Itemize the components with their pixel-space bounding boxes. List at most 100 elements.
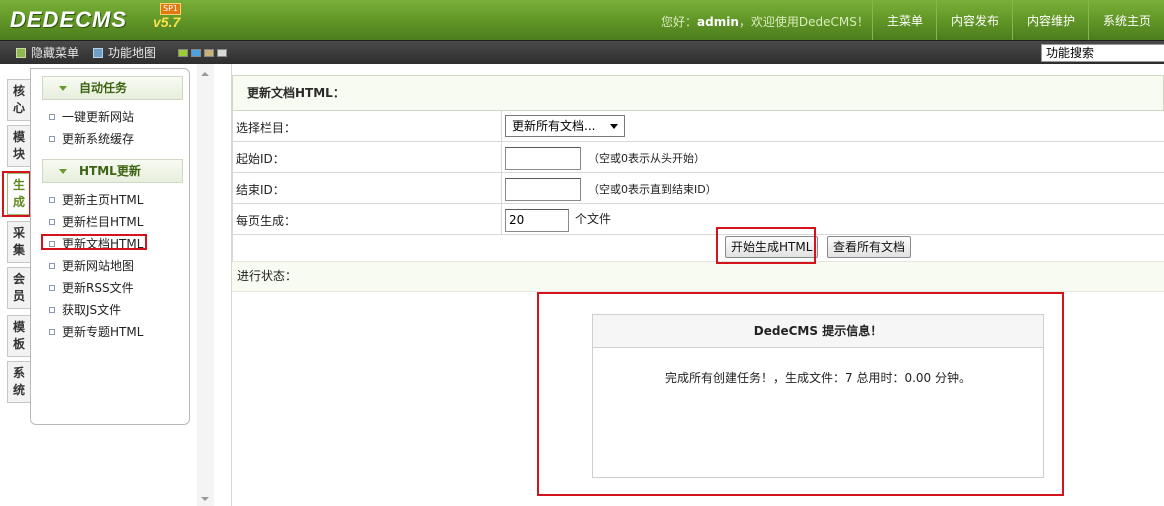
per-page-label: 每页生成： bbox=[236, 214, 297, 228]
tab-collect[interactable]: 采集 bbox=[7, 221, 30, 263]
nav-main-menu[interactable]: 主菜单 bbox=[872, 0, 936, 40]
per-page-unit: 个文件 bbox=[575, 212, 612, 226]
skin-gray-swatch[interactable] bbox=[217, 49, 227, 57]
vertical-tabs: 核心 模块 生成 采集 会员 模板 系统 bbox=[0, 64, 31, 506]
collapse-arrow-icon bbox=[59, 169, 67, 174]
scroll-up-icon[interactable] bbox=[201, 72, 209, 76]
bullet-icon bbox=[49, 136, 55, 142]
menu-item-update-home[interactable]: 更新主页HTML bbox=[49, 191, 143, 209]
tab-generate[interactable]: 生成 bbox=[7, 173, 30, 215]
main-content: 更新文档HTML： 选择栏目： 更新所有文档... 起始ID： （空或0表示从头… bbox=[232, 75, 1164, 506]
skin-blue-swatch[interactable] bbox=[191, 49, 201, 57]
left-menu-panel: 自动任务 一键更新网站 更新系统缓存 HTML更新 更新主页HTML 更新栏目H… bbox=[30, 68, 190, 425]
row-end-id: 结束ID： （空或0表示直到结束ID） bbox=[232, 173, 1164, 204]
tab-system[interactable]: 系统 bbox=[7, 361, 30, 403]
end-id-input[interactable] bbox=[505, 178, 581, 201]
menu-item-label: 更新系统缓存 bbox=[62, 132, 135, 146]
menu-item-label: 更新网站地图 bbox=[62, 259, 135, 273]
bullet-icon bbox=[49, 285, 55, 291]
welcome-prefix: 您好： bbox=[661, 15, 698, 29]
bullet-icon bbox=[49, 197, 55, 203]
top-nav: 主菜单 内容发布 内容维护 系统主页 网 bbox=[872, 0, 1164, 40]
start-id-hint: （空或0表示从头开始） bbox=[588, 152, 705, 165]
message-box: DedeCMS 提示信息！ 完成所有创建任务！，生成文件：7 总用时：0.00 … bbox=[592, 314, 1044, 478]
menu-item-update-rss[interactable]: 更新RSS文件 bbox=[49, 279, 134, 297]
page-title: 更新文档HTML： bbox=[232, 75, 1164, 111]
category-select-value: 更新所有文档... bbox=[512, 119, 596, 133]
nav-content-publish[interactable]: 内容发布 bbox=[936, 0, 1012, 40]
welcome-suffix: ，欢迎使用DedeCMS！ bbox=[738, 15, 869, 29]
username: admin bbox=[697, 15, 739, 29]
logo: DEDECMS bbox=[10, 7, 128, 32]
tab-member[interactable]: 会员 bbox=[7, 267, 30, 309]
left-scrollbar[interactable] bbox=[197, 64, 214, 506]
bullet-icon bbox=[49, 241, 55, 247]
category-label: 选择栏目： bbox=[236, 121, 297, 135]
menu-item-label: 更新文档HTML bbox=[62, 237, 144, 251]
function-search-input[interactable]: 功能搜索 bbox=[1041, 44, 1164, 62]
welcome-text: 您好：admin，欢迎使用DedeCMS！ bbox=[661, 13, 869, 30]
start-id-input[interactable] bbox=[505, 147, 581, 170]
progress-status-label: 进行状态： bbox=[232, 261, 1164, 292]
bullet-icon bbox=[49, 219, 55, 225]
menu-item-label: 更新RSS文件 bbox=[62, 281, 134, 295]
row-start-id: 起始ID： （空或0表示从头开始） bbox=[232, 142, 1164, 173]
hide-menu-label: 隐藏菜单 bbox=[31, 46, 80, 60]
nav-system-home[interactable]: 系统主页 bbox=[1088, 0, 1164, 40]
scroll-down-icon[interactable] bbox=[201, 497, 209, 501]
tab-module[interactable]: 模块 bbox=[7, 125, 30, 167]
top-header: DEDECMS v5.7 SP1 您好：admin，欢迎使用DedeCMS！ 主… bbox=[0, 0, 1164, 40]
nav-content-maintain[interactable]: 内容维护 bbox=[1012, 0, 1088, 40]
menu-item-update-column[interactable]: 更新栏目HTML bbox=[49, 213, 143, 231]
menu-group-title: 自动任务 bbox=[79, 81, 128, 95]
menu-item-update-topic[interactable]: 更新专题HTML bbox=[49, 323, 143, 341]
skin-tan-swatch[interactable] bbox=[204, 49, 214, 57]
row-per-page: 每页生成： 20 个文件 bbox=[232, 204, 1164, 235]
bullet-icon bbox=[49, 329, 55, 335]
menu-item-get-js[interactable]: 获取JS文件 bbox=[49, 301, 121, 319]
site-map-label: 功能地图 bbox=[108, 46, 157, 60]
menu-item-update-document[interactable]: 更新文档HTML bbox=[49, 235, 143, 253]
menu-group-html-update[interactable]: HTML更新 bbox=[42, 159, 183, 183]
logo-badge: SP1 bbox=[160, 3, 181, 15]
message-title: DedeCMS 提示信息！ bbox=[593, 315, 1043, 348]
category-select[interactable]: 更新所有文档... bbox=[505, 115, 625, 137]
message-body: 完成所有创建任务！，生成文件：7 总用时：0.00 分钟。 bbox=[665, 371, 971, 385]
per-page-input[interactable]: 20 bbox=[505, 209, 569, 232]
column-divider bbox=[501, 142, 502, 173]
row-actions: 开始生成HTML 查看所有文档 bbox=[232, 235, 1164, 262]
column-divider bbox=[501, 111, 502, 142]
chevron-down-icon bbox=[610, 124, 618, 129]
start-id-label: 起始ID： bbox=[236, 152, 285, 166]
logo-version: v5.7 bbox=[153, 14, 181, 30]
skin-selector bbox=[178, 49, 227, 57]
tab-template[interactable]: 模板 bbox=[7, 315, 30, 357]
menu-item-update-cache[interactable]: 更新系统缓存 bbox=[49, 130, 134, 148]
end-id-hint: （空或0表示直到结束ID） bbox=[588, 183, 717, 196]
menu-item-update-sitemap[interactable]: 更新网站地图 bbox=[49, 257, 134, 275]
column-divider bbox=[501, 173, 502, 204]
bullet-icon bbox=[49, 307, 55, 313]
column-divider bbox=[501, 204, 502, 235]
collapse-arrow-icon bbox=[59, 86, 67, 91]
menu-item-label: 更新专题HTML bbox=[62, 325, 144, 339]
grid-icon bbox=[93, 48, 103, 58]
toolbar: 隐藏菜单 功能地图 功能搜索 bbox=[0, 40, 1164, 64]
menu-item-label: 更新主页HTML bbox=[62, 193, 144, 207]
view-all-documents-button[interactable]: 查看所有文档 bbox=[827, 236, 912, 258]
menu-item-label: 一键更新网站 bbox=[62, 110, 135, 124]
menu-item-label: 更新栏目HTML bbox=[62, 215, 144, 229]
bullet-icon bbox=[49, 114, 55, 120]
site-map-button[interactable]: 功能地图 bbox=[93, 44, 156, 61]
end-id-label: 结束ID： bbox=[236, 183, 285, 197]
menu-item-label: 获取JS文件 bbox=[62, 303, 122, 317]
hide-menu-button[interactable]: 隐藏菜单 bbox=[16, 44, 79, 61]
menu-item-one-click-update[interactable]: 一键更新网站 bbox=[49, 108, 134, 126]
tab-core[interactable]: 核心 bbox=[7, 79, 30, 121]
skin-green-swatch[interactable] bbox=[178, 49, 188, 57]
hide-menu-icon bbox=[16, 48, 26, 58]
row-category: 选择栏目： 更新所有文档... bbox=[232, 111, 1164, 142]
start-generate-button[interactable]: 开始生成HTML bbox=[725, 236, 819, 258]
menu-group-title: HTML更新 bbox=[79, 164, 141, 178]
menu-group-auto-tasks[interactable]: 自动任务 bbox=[42, 76, 183, 100]
